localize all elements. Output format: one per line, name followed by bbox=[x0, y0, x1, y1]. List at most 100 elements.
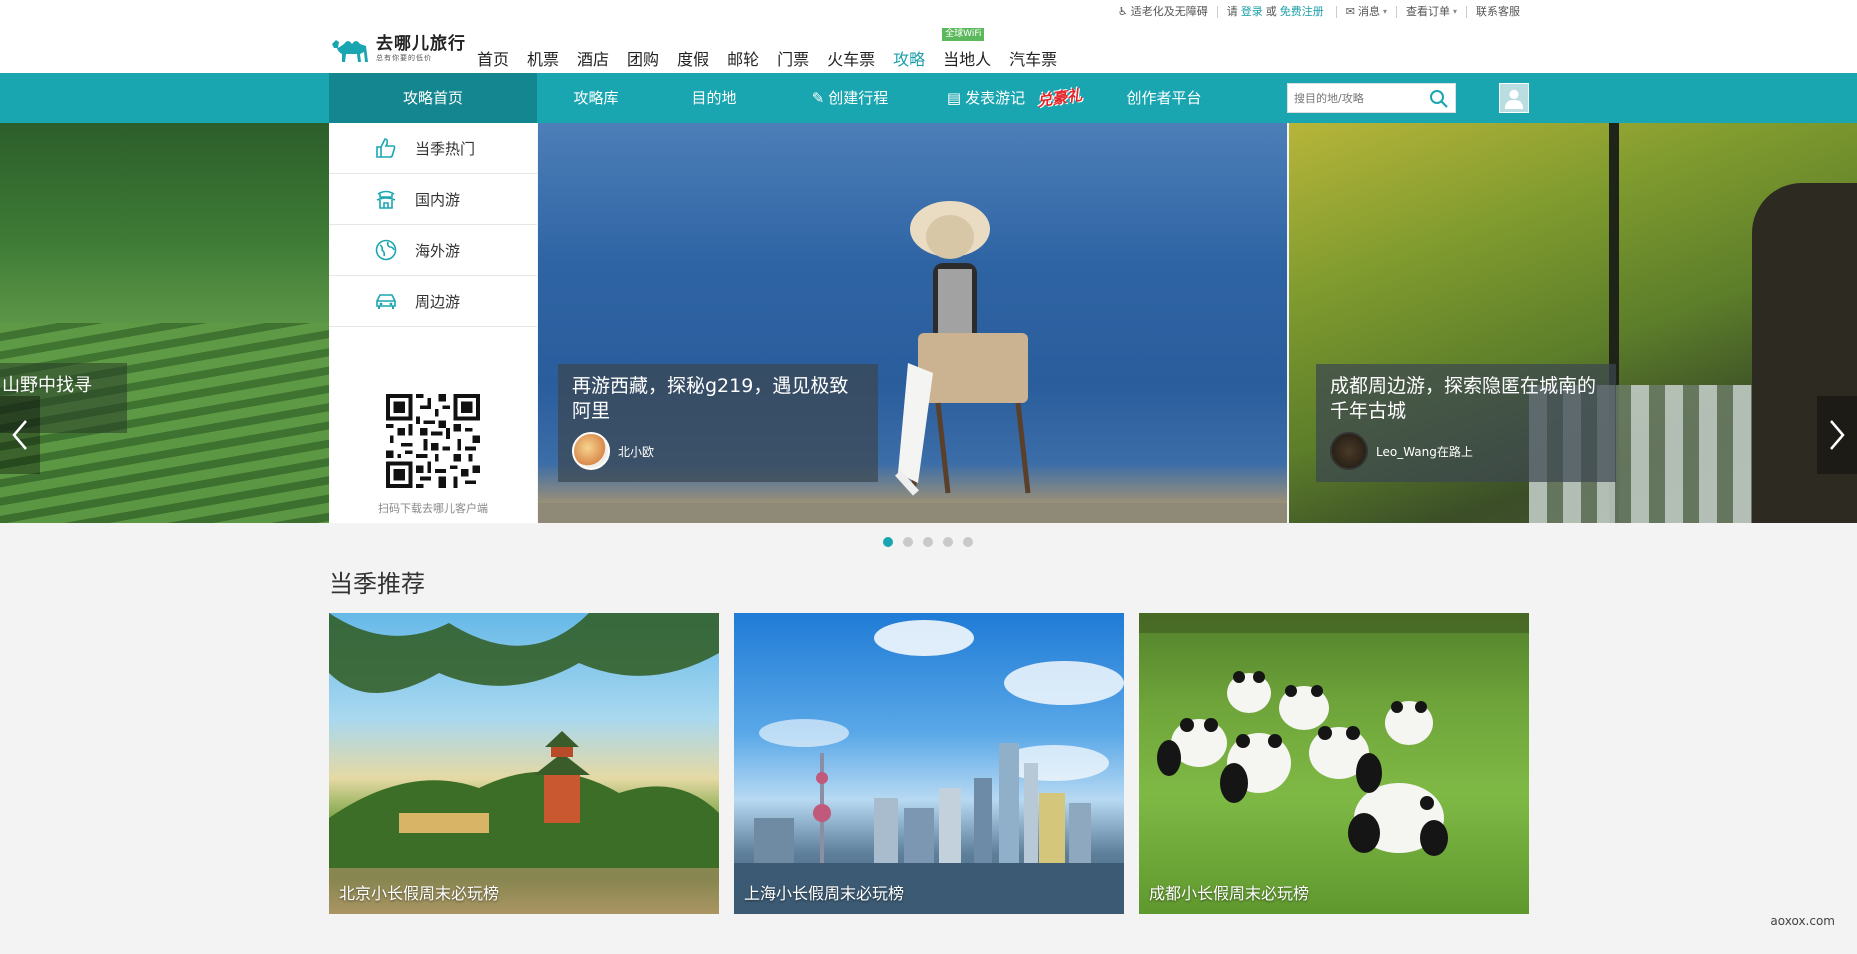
tab-creator-platform[interactable]: 创作者平台 bbox=[1105, 73, 1223, 123]
document-icon: ▤ bbox=[946, 89, 962, 107]
guide-subnav: 攻略首页 攻略库 目的地 ✎ 创建行程 ▤ 发表游记 兑豪礼 创作者平台 bbox=[0, 73, 1857, 123]
user-avatar-button[interactable] bbox=[1499, 83, 1529, 113]
author-name: 北小欧 bbox=[618, 444, 655, 459]
login-link[interactable]: 登录 bbox=[1241, 6, 1263, 18]
shanghai-skyline-image bbox=[734, 620, 1124, 914]
mail-icon: ✉ bbox=[1345, 5, 1355, 18]
pandas-image bbox=[1139, 613, 1529, 856]
carousel-dot[interactable] bbox=[923, 537, 933, 547]
nav-item-guides[interactable]: 攻略 bbox=[893, 46, 925, 70]
menu-item-label: 国内游 bbox=[415, 190, 461, 209]
carousel-dot[interactable] bbox=[883, 537, 893, 547]
nav-item-vacation[interactable]: 度假 bbox=[677, 46, 709, 70]
nav-item-flights[interactable]: 机票 bbox=[527, 46, 559, 70]
tab-guide-library-label: 攻略库 bbox=[573, 89, 619, 107]
accessibility-link[interactable]: ♿ 适老化及无障碍 bbox=[1109, 6, 1217, 18]
tab-destinations[interactable]: 目的地 bbox=[655, 73, 773, 123]
edit-icon: ✎ bbox=[811, 89, 825, 107]
author-name: Leo_Wang在路上 bbox=[1376, 444, 1473, 459]
auth-links: 请 登录 或 免费注册 bbox=[1216, 5, 1336, 18]
carousel-dot[interactable] bbox=[963, 537, 973, 547]
nav-item-hotels[interactable]: 酒店 bbox=[577, 46, 609, 70]
tab-creator-platform-label: 创作者平台 bbox=[1126, 89, 1202, 107]
nav-item-tickets[interactable]: 门票 bbox=[777, 46, 809, 70]
carousel-indicators bbox=[883, 537, 983, 547]
nav-item-locals-label: 当地人 bbox=[943, 50, 992, 69]
slide-current[interactable]: 再游西藏，探秘g219，遇见极致阿里 北小欧 bbox=[538, 123, 1287, 523]
search-icon[interactable] bbox=[1429, 89, 1449, 109]
globe-icon bbox=[373, 237, 399, 263]
card-caption: 成都小长假周末必玩榜 bbox=[1149, 884, 1310, 903]
chevron-down-icon: ▾ bbox=[1382, 7, 1387, 16]
user-icon bbox=[1504, 89, 1524, 109]
tab-guide-home[interactable]: 攻略首页 bbox=[329, 73, 537, 123]
please-text: 请 bbox=[1226, 5, 1238, 18]
brand-name: 去哪儿旅行 bbox=[376, 34, 466, 54]
menu-item-domestic[interactable]: 国内游 bbox=[329, 174, 537, 225]
tab-post-travelogue-label: 发表游记 bbox=[965, 89, 1026, 107]
thumbs-up-icon bbox=[373, 135, 399, 161]
camel-icon bbox=[332, 40, 368, 62]
utility-bar: ♿ 适老化及无障碍 请 登录 或 免费注册 ✉ 消息 ▾ 查看订单 ▾ 联系客服 bbox=[1109, 6, 1529, 18]
tab-post-travelogue[interactable]: ▤ 发表游记 bbox=[932, 73, 1040, 123]
tab-destinations-label: 目的地 bbox=[691, 89, 737, 107]
brand-slogan: 总有你要的低价 bbox=[376, 54, 432, 62]
register-link[interactable]: 免费注册 bbox=[1280, 6, 1324, 18]
nav-item-train[interactable]: 火车票 bbox=[827, 46, 875, 70]
nav-item-locals[interactable]: 全球WiFi 当地人 bbox=[942, 28, 992, 70]
nav-item-bus[interactable]: 汽车票 bbox=[1009, 46, 1057, 70]
search-input[interactable] bbox=[1288, 84, 1423, 112]
recommend-cards: 北京小长假周末必玩榜 上海小长假周末必玩榜 成都小长假周末必玩榜 bbox=[329, 613, 1544, 914]
hero-banner: 山野中找寻 当季热门 国内游 海外游 周边游 扫码下载去哪儿客户端 再游西藏，探… bbox=[0, 123, 1857, 523]
main-nav: 首页 机票 酒店 团购 度假 邮轮 门票 火车票 攻略 全球WiFi 当地人 汽… bbox=[477, 28, 1075, 70]
menu-item-seasonal-hot[interactable]: 当季热门 bbox=[329, 123, 537, 174]
slide-title: 再游西藏，探秘g219，遇见极致阿里 bbox=[572, 375, 849, 422]
tab-guide-library[interactable]: 攻略库 bbox=[537, 73, 655, 123]
pagoda-icon bbox=[373, 186, 399, 212]
menu-item-overseas[interactable]: 海外游 bbox=[329, 225, 537, 276]
menu-item-nearby[interactable]: 周边游 bbox=[329, 276, 537, 327]
nav-item-home[interactable]: 首页 bbox=[477, 46, 509, 70]
chevron-right-icon bbox=[1830, 420, 1845, 450]
tab-create-trip[interactable]: ✎ 创建行程 bbox=[790, 73, 910, 123]
menu-item-label: 当季热门 bbox=[415, 139, 476, 158]
top-header: ♿ 适老化及无障碍 请 登录 或 免费注册 ✉ 消息 ▾ 查看订单 ▾ 联系客服… bbox=[0, 0, 1857, 73]
contact-link[interactable]: 联系客服 bbox=[1466, 6, 1529, 18]
carousel-dot[interactable] bbox=[903, 537, 913, 547]
nav-item-cruise[interactable]: 邮轮 bbox=[727, 46, 759, 70]
menu-item-label: 海外游 bbox=[415, 241, 461, 260]
slide-previous[interactable]: 山野中找寻 bbox=[0, 123, 329, 523]
watermark: aoxox.com bbox=[1770, 914, 1835, 928]
card-caption: 北京小长假周末必玩榜 bbox=[339, 884, 500, 903]
slide-caption[interactable]: 再游西藏，探秘g219，遇见极致阿里 北小欧 bbox=[558, 364, 878, 482]
slide-author: 北小欧 bbox=[572, 432, 864, 470]
menu-item-label: 周边游 bbox=[415, 292, 461, 311]
orders-dropdown[interactable]: 查看订单 ▾ bbox=[1395, 6, 1466, 18]
or-text: 或 bbox=[1265, 5, 1277, 18]
messages-dropdown[interactable]: ✉ 消息 ▾ bbox=[1335, 5, 1396, 18]
card-caption: 上海小长假周末必玩榜 bbox=[744, 884, 905, 903]
next-slide-button[interactable] bbox=[1817, 396, 1857, 474]
author-avatar bbox=[1330, 432, 1368, 470]
slide-next-author: Leo_Wang在路上 bbox=[1330, 432, 1602, 470]
chevron-left-icon bbox=[12, 420, 27, 450]
contact-label: 联系客服 bbox=[1476, 5, 1520, 18]
search-box bbox=[1287, 83, 1456, 113]
gift-badge: 兑豪礼 bbox=[1036, 85, 1084, 111]
recommend-card-chengdu[interactable]: 成都小长假周末必玩榜 bbox=[1139, 613, 1529, 914]
shore-ground bbox=[538, 503, 1287, 523]
prev-slide-button[interactable] bbox=[0, 396, 40, 474]
messages-label: 消息 bbox=[1357, 5, 1380, 18]
brand-logo[interactable]: 去哪儿旅行 总有你要的低价 bbox=[330, 32, 466, 66]
tab-guide-home-label: 攻略首页 bbox=[402, 89, 463, 107]
carousel-dot[interactable] bbox=[943, 537, 953, 547]
slide-next-title: 成都周边游，探索隐匿在城南的千年古城 bbox=[1330, 375, 1597, 422]
recommend-card-beijing[interactable]: 北京小长假周末必玩榜 bbox=[329, 613, 719, 914]
nav-item-group-buy[interactable]: 团购 bbox=[627, 46, 659, 70]
accessibility-label: 适老化及无障碍 bbox=[1130, 5, 1208, 18]
slide-next-caption[interactable]: 成都周边游，探索隐匿在城南的千年古城 Leo_Wang在路上 bbox=[1316, 364, 1616, 482]
slide-next[interactable]: 成都周边游，探索隐匿在城南的千年古城 Leo_Wang在路上 bbox=[1289, 123, 1857, 523]
tab-create-trip-label: 创建行程 bbox=[828, 89, 889, 107]
wheelchair-icon: ♿ bbox=[1117, 5, 1128, 18]
recommend-card-shanghai[interactable]: 上海小长假周末必玩榜 bbox=[734, 613, 1124, 914]
